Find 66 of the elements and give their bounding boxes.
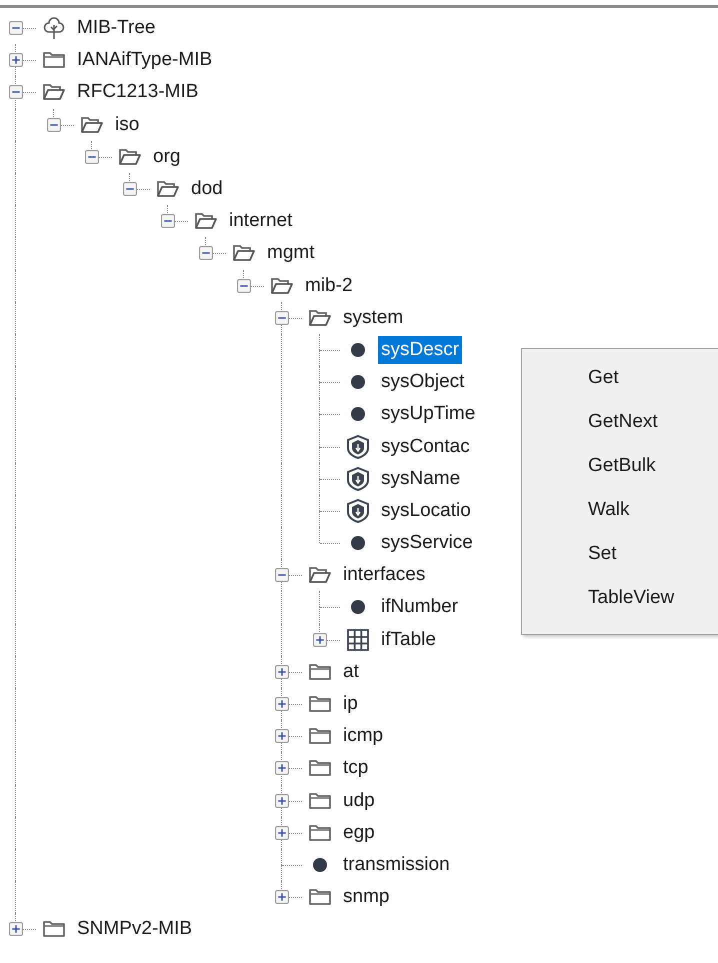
collapse-icon[interactable] (9, 85, 23, 100)
menu-item[interactable]: TableView (522, 576, 718, 620)
tree-item[interactable]: interfaces (340, 561, 428, 590)
tree-item[interactable]: transmission (340, 850, 453, 879)
dot-icon (351, 375, 365, 390)
tree-item[interactable]: IANAifType-MIB (74, 46, 216, 74)
tree-item[interactable]: ip (340, 690, 361, 718)
collapse-icon[interactable] (237, 278, 251, 293)
tree-item[interactable]: sysService (378, 529, 476, 558)
tree-item[interactable]: sysUpTime (378, 400, 478, 428)
collapse-icon[interactable] (199, 246, 213, 260)
tree-item[interactable]: RFC1213-MIB (74, 78, 202, 106)
tree-item[interactable]: system (340, 304, 406, 332)
tree-item[interactable]: sysDescr (378, 336, 462, 364)
tree-item[interactable]: at (340, 658, 362, 686)
tree-item[interactable]: dod (188, 175, 226, 204)
tree-item[interactable]: snmp (340, 883, 392, 912)
expand-icon[interactable] (275, 890, 289, 904)
tree-item[interactable]: sysLocatio (378, 496, 474, 525)
tree-item[interactable]: MIB-Tree (74, 14, 158, 42)
expand-icon[interactable] (275, 761, 289, 776)
tree-item[interactable]: icmp (340, 722, 386, 750)
dot-icon (351, 536, 365, 550)
tree-item[interactable]: udp (340, 786, 378, 815)
tree-item[interactable]: egp (340, 818, 378, 847)
shield-icon (346, 498, 370, 523)
tree-item[interactable]: ifTable (378, 626, 439, 654)
tree-item[interactable]: sysName (378, 464, 464, 493)
expand-icon[interactable] (275, 697, 289, 712)
dot-icon (313, 858, 327, 872)
tree-item[interactable]: tcp (340, 754, 372, 782)
expand-icon[interactable] (275, 826, 289, 840)
dot-icon (351, 600, 365, 614)
menu-item[interactable]: Get (522, 356, 718, 400)
tree-icon (42, 16, 66, 40)
tree-item[interactable]: mib-2 (302, 272, 356, 300)
expand-icon[interactable] (275, 729, 289, 744)
expand-icon[interactable] (313, 632, 327, 647)
tree-item[interactable]: SNMPv2-MIB (74, 915, 196, 944)
shield-icon (346, 466, 370, 491)
tree-item[interactable]: internet (226, 207, 296, 236)
menu-item[interactable]: Walk (522, 488, 718, 532)
expand-icon[interactable] (275, 664, 289, 679)
expand-icon[interactable] (9, 922, 23, 936)
tree-item[interactable]: ifNumber (378, 593, 462, 622)
collapse-icon[interactable] (85, 150, 99, 164)
dot-icon (351, 342, 365, 357)
tree-item[interactable]: mgmt (264, 239, 318, 268)
tree-item[interactable]: iso (112, 110, 142, 139)
expand-icon[interactable] (9, 53, 23, 68)
tree-item[interactable]: sysContac (378, 432, 473, 461)
grid-icon (346, 628, 370, 652)
tree-item[interactable]: sysObject (378, 368, 468, 396)
collapse-icon[interactable] (47, 118, 61, 132)
menu-item[interactable]: GetNext (522, 400, 718, 444)
menu-item[interactable]: GetBulk (522, 444, 718, 488)
collapse-icon[interactable] (9, 21, 23, 36)
shield-icon (346, 434, 370, 459)
tree-item[interactable]: org (150, 142, 184, 171)
dot-icon (351, 407, 365, 422)
expand-icon[interactable] (275, 794, 289, 808)
collapse-icon[interactable] (161, 214, 175, 228)
collapse-icon[interactable] (275, 568, 289, 582)
collapse-icon[interactable] (123, 182, 137, 196)
collapse-icon[interactable] (275, 310, 289, 325)
menu-item[interactable]: Set (522, 532, 718, 576)
